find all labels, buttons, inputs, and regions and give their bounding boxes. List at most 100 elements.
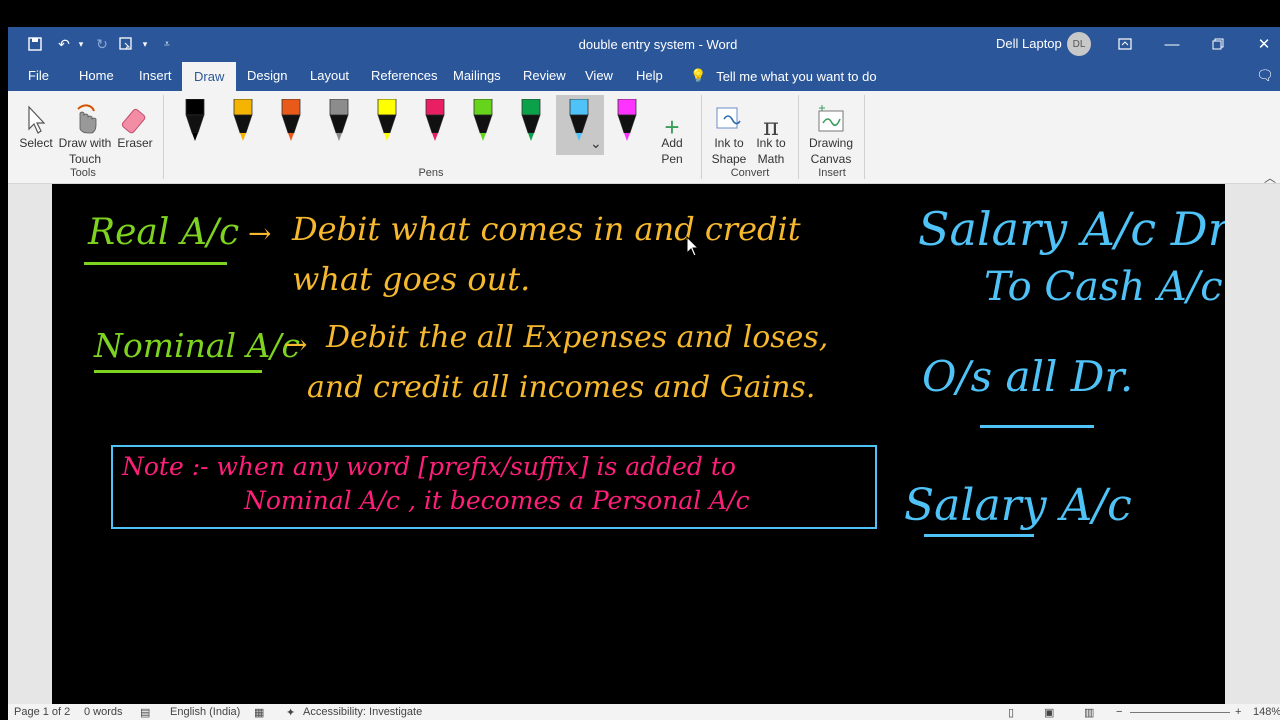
tab-home[interactable]: Home <box>79 68 114 83</box>
pen-7-icon[interactable] <box>472 99 494 147</box>
real-rule-line-2: what goes out. <box>292 260 531 298</box>
customize-icon[interactable] <box>116 35 138 53</box>
separator <box>864 95 865 179</box>
undo-icon[interactable]: ↶ <box>54 35 74 53</box>
ribbon-display-icon[interactable] <box>1110 32 1140 56</box>
pen-1-icon[interactable] <box>184 99 206 147</box>
os-all-dr-text: O/s all Dr. <box>922 352 1134 401</box>
print-layout-icon[interactable]: ▣ <box>1044 706 1054 719</box>
zoom-level[interactable]: 148% <box>1253 706 1280 718</box>
avatar[interactable]: DL <box>1067 32 1091 56</box>
pen-6-icon[interactable] <box>424 99 446 147</box>
word-window: ↶ ▾ ↻ ▾ ⩡ double entry system - Word Del… <box>8 27 1280 720</box>
underline <box>980 425 1094 428</box>
web-layout-icon[interactable]: ▥ <box>1084 706 1094 719</box>
tab-insert[interactable]: Insert <box>139 68 172 83</box>
pens-group-label: Pens <box>418 167 444 179</box>
comments-icon[interactable]: 🗨 <box>1256 67 1274 84</box>
convert-group-label: Convert <box>730 167 770 179</box>
insert-group-label: Insert <box>818 167 846 179</box>
underline <box>84 262 227 265</box>
salary-journal-line-2: To Cash A/c <box>984 264 1223 310</box>
tell-me-text: Tell me what you want to do <box>716 68 877 84</box>
plus-icon: + <box>664 112 680 142</box>
menu-tabs: File Home Insert Draw Design Layout Refe… <box>8 62 1280 91</box>
nominal-rule-line-2: and credit all incomes and Gains. <box>307 370 816 405</box>
tab-design[interactable]: Design <box>247 68 287 83</box>
pen-9-icon[interactable] <box>568 99 590 147</box>
touch-draw-icon <box>70 97 100 135</box>
undo-dropdown-icon[interactable]: ▾ <box>76 35 86 53</box>
user-name[interactable]: Dell Laptop <box>996 36 1062 51</box>
draw-touch-label-1: Draw with <box>58 136 112 150</box>
window-title: double entry system - Word <box>578 37 738 52</box>
add-pen-button[interactable]: + Add Pen <box>658 97 686 167</box>
pen-8-icon[interactable] <box>520 99 542 147</box>
draw-with-touch-button[interactable]: Draw with Touch <box>56 97 114 167</box>
pen-2-icon[interactable] <box>232 99 254 147</box>
qat-more-icon[interactable]: ⩡ <box>160 35 174 53</box>
draw-touch-label-2: Touch <box>68 152 102 166</box>
real-ac-label: Real A/c <box>88 212 240 253</box>
ink-math-label-1: Ink to <box>756 136 786 150</box>
proofing-icon[interactable]: ▤ <box>140 706 150 719</box>
pen-4-icon[interactable] <box>328 99 350 147</box>
select-label: Select <box>19 136 53 150</box>
accessibility-status[interactable]: Accessibility: Investigate <box>303 706 422 718</box>
document-area[interactable]: Real A/c → Debit what comes in and credi… <box>8 184 1280 705</box>
tab-draw[interactable]: Draw <box>182 62 237 91</box>
minimize-icon[interactable]: — <box>1157 32 1187 56</box>
canvas-label-2: Canvas <box>810 152 852 166</box>
ink-to-math-button[interactable]: π Ink to Math <box>752 97 790 167</box>
zoom-in-icon[interactable]: + <box>1235 706 1241 718</box>
read-mode-icon[interactable]: ▯ <box>1008 706 1014 719</box>
track-icon[interactable]: ▦ <box>254 706 264 719</box>
tab-layout[interactable]: Layout <box>310 68 349 83</box>
accessibility-icon[interactable]: ✦ <box>286 706 295 719</box>
ink-to-shape-button[interactable]: Ink to Shape <box>710 97 748 167</box>
pen-5-icon[interactable] <box>376 99 398 147</box>
ink-shape-label-2: Shape <box>711 152 747 166</box>
chevron-down-icon[interactable]: ▾ <box>140 35 150 53</box>
save-icon[interactable] <box>26 35 44 53</box>
close-icon[interactable]: ✕ <box>1249 32 1279 56</box>
mouse-cursor-icon <box>686 236 700 257</box>
pen-3-icon[interactable] <box>280 99 302 147</box>
status-bar: Page 1 of 2 0 words ▤ English (India) ▦ … <box>8 704 1280 720</box>
lightbulb-icon: 💡 <box>690 68 707 83</box>
pen-options-chevron-icon[interactable]: ⌄ <box>590 135 602 152</box>
separator <box>163 95 164 179</box>
restore-icon[interactable] <box>1203 32 1233 56</box>
tab-review[interactable]: Review <box>523 68 566 83</box>
zoom-out-icon[interactable]: − <box>1116 706 1122 718</box>
tab-help[interactable]: Help <box>636 68 663 83</box>
arrow-icon: → <box>248 217 272 250</box>
word-count[interactable]: 0 words <box>84 706 123 718</box>
tab-references[interactable]: References <box>371 68 437 83</box>
eraser-button[interactable]: Eraser <box>116 97 154 151</box>
tell-me-search[interactable]: 💡 Tell me what you want to do <box>690 68 877 84</box>
eraser-label: Eraser <box>117 136 153 150</box>
language[interactable]: English (India) <box>170 706 240 718</box>
canvas-icon <box>816 97 846 135</box>
redo-icon[interactable]: ↻ <box>92 35 112 53</box>
nominal-rule-line-1: Debit the all Expenses and loses, <box>326 320 829 355</box>
ink-to-shape-icon <box>714 97 744 135</box>
tab-view[interactable]: View <box>585 68 613 83</box>
real-rule-line-1: Debit what comes in and credit <box>292 210 801 248</box>
note-line-2: Nominal A/c , it becomes a Personal A/c <box>244 486 750 515</box>
drawing-canvas-button[interactable]: Drawing Canvas <box>805 97 857 167</box>
draw-ribbon: Select Draw with Touch Eraser Tools ⌄ + … <box>8 91 1280 185</box>
add-pen-label-2: Pen <box>661 152 683 166</box>
ink-math-label-2: Math <box>757 152 785 166</box>
tab-file[interactable]: File <box>28 68 49 83</box>
pen-10-icon[interactable] <box>616 99 638 147</box>
zoom-slider[interactable] <box>1130 712 1230 713</box>
document-page[interactable]: Real A/c → Debit what comes in and credi… <box>52 184 1225 705</box>
note-line-1: Note :- when any word [prefix/suffix] is… <box>122 452 736 481</box>
select-button[interactable]: Select <box>18 97 54 151</box>
salary-journal-line-1: Salary A/c Dr <box>918 202 1225 256</box>
page-count[interactable]: Page 1 of 2 <box>14 706 70 718</box>
ink-shape-label-1: Ink to <box>714 136 744 150</box>
tab-mailings[interactable]: Mailings <box>453 68 501 83</box>
